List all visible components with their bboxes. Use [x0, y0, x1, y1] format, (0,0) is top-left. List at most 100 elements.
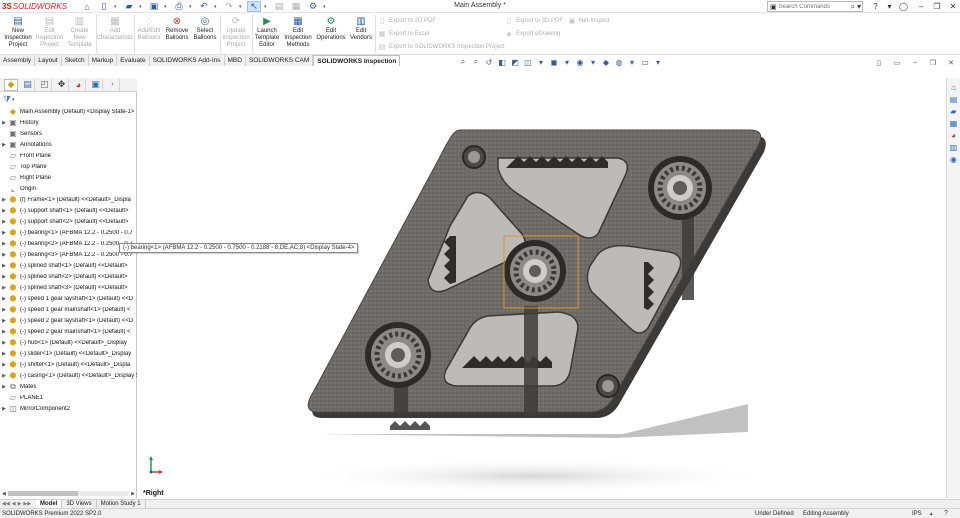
- tree-item[interactable]: ▶ ⬢ (f) Frame<1> (Default) <<Default>_Disp…: [0, 194, 137, 205]
- tab-solidworks-cam[interactable]: SOLIDWORKS CAM: [246, 55, 314, 66]
- expand-arrow-icon[interactable]: ▶: [0, 318, 8, 324]
- home-icon[interactable]: ⌂: [80, 1, 94, 12]
- scroll-left-icon[interactable]: ◀: [2, 491, 6, 497]
- expand-arrow-icon[interactable]: ▶: [0, 296, 8, 302]
- tree-item[interactable]: ▱ PLANE1: [0, 392, 137, 403]
- scroll-thumb[interactable]: [7, 491, 78, 496]
- tab-solidworks-add-ins[interactable]: SOLIDWORKS Add-Ins: [150, 55, 225, 66]
- tree-item[interactable]: ▶ ⬢ (-) support shaft<2> (Default) <<Defau…: [0, 216, 137, 227]
- expand-arrow-icon[interactable]: ▶: [0, 274, 8, 280]
- tree-item[interactable]: ▶ ⬢ (-) speed 1 gear layshaft<1> (Default)…: [0, 293, 137, 304]
- tree-item[interactable]: ▶ ⧉ Mates: [0, 381, 137, 392]
- expand-arrow-icon[interactable]: ▶: [0, 142, 8, 148]
- save-dropdown-icon[interactable]: ▾: [164, 1, 169, 12]
- tree-item[interactable]: ▶ ⬢ (-) bearing<1> (AFBMA 12.2 - 0.2500 - …: [0, 227, 137, 238]
- export-2d-pdf-button[interactable]: ▯ Export to 2D PDF: [378, 17, 436, 25]
- solidworks-forum-icon[interactable]: ◉: [949, 154, 959, 164]
- tree-item[interactable]: ▱ Front Plane: [0, 150, 137, 161]
- tree-item[interactable]: ▶ ▣ History: [0, 117, 137, 128]
- tree-item[interactable]: ▶ ⬢ (-) casing<1> (Default) <<Default>_Dis…: [0, 370, 137, 381]
- options-gear-icon[interactable]: ⚙: [306, 1, 320, 12]
- bearing-3[interactable]: [365, 322, 431, 388]
- print-dropdown-icon[interactable]: ▾: [189, 1, 194, 12]
- select-cursor-icon[interactable]: ↖: [247, 1, 261, 12]
- expand-arrow-icon[interactable]: ▶: [0, 329, 8, 335]
- cam-manager-tab-icon[interactable]: ▣: [89, 78, 103, 91]
- net-inspect-button[interactable]: ▣ Net-Inspect: [568, 17, 610, 25]
- view-palette-icon[interactable]: ▦: [949, 118, 959, 128]
- search-dropdown-icon[interactable]: ▾: [857, 2, 861, 11]
- add-characteristic-button[interactable]: ▦ Add Characteristic: [97, 15, 134, 42]
- tree-item[interactable]: ▶ ⬢ (-) support shaft<1> (Default) <<Defau…: [0, 205, 137, 216]
- tree-item[interactable]: ▶ ⬢ (-) slider<1> (Default) <<Default>_Dis…: [0, 348, 137, 359]
- solidworks-resources-icon[interactable]: ⌂: [949, 82, 959, 92]
- expand-arrow-icon[interactable]: ▶: [0, 285, 8, 291]
- tab-solidworks-inspection[interactable]: SOLIDWORKS Inspection: [313, 55, 401, 66]
- next-tab-icon[interactable]: ▶: [18, 501, 22, 507]
- tab-sketch[interactable]: Sketch: [62, 55, 89, 66]
- expand-arrow-icon[interactable]: ▶: [0, 263, 8, 269]
- expand-arrow-icon[interactable]: ▶: [0, 252, 8, 258]
- select-balloons-button[interactable]: ◎ Select Balloons: [191, 15, 219, 42]
- unit-system-dropdown-icon[interactable]: ▴: [930, 509, 933, 518]
- export-edrawing-button[interactable]: ◈ Export eDrawing: [505, 30, 560, 38]
- tree-item[interactable]: ▱ Top Plane: [0, 161, 137, 172]
- file-properties-icon[interactable]: ▦: [289, 1, 303, 12]
- tree-item[interactable]: ▶ ⬢ (-) speed 2 gear mainshaft<1> (Default…: [0, 326, 137, 337]
- viewport-close-button[interactable]: ✕: [946, 58, 956, 67]
- unit-system[interactable]: IPS: [912, 509, 922, 518]
- launch-template-editor-button[interactable]: ▶ Launch Template Editor: [253, 15, 281, 49]
- tree-item[interactable]: ▶ ⬢ (-) bearing<2> (AFBMA 12.2 - 0.2500 - …: [0, 238, 137, 249]
- property-manager-tab-icon[interactable]: ▤: [21, 78, 35, 91]
- save-icon[interactable]: ▣: [147, 1, 161, 12]
- tree-root-assembly[interactable]: ◆ Main Assembly (Default) <Display State-…: [0, 106, 137, 117]
- edit-inspection-project-button[interactable]: ▤ Edit Inspection Project: [35, 15, 64, 49]
- tab-evaluate[interactable]: Evaluate: [117, 55, 150, 66]
- select-dropdown-icon[interactable]: ▾: [264, 1, 269, 12]
- tree-item[interactable]: ▶ ⬢ (-) splined shaft<3> (Default) <<Defau…: [0, 282, 137, 293]
- tree-item[interactable]: ▣ Sensors: [0, 128, 137, 139]
- scroll-track[interactable]: [7, 491, 130, 496]
- tree-item[interactable]: ▶ ⬢ (-) bearing<3> (AFBMA 12.2 - 0.2500 - …: [0, 249, 137, 260]
- tree-item[interactable]: ▶ ⬢ (-) shifter<1> (Default) <<Default>_Di…: [0, 359, 137, 370]
- search-commands-box[interactable]: ▣ ⌕ ▾: [767, 1, 863, 12]
- expand-arrow-icon[interactable]: ▶: [0, 120, 8, 126]
- export-inspection-project-button[interactable]: ▤ Export to SOLIDWORKS Inspection Projec…: [378, 43, 505, 51]
- tree-item[interactable]: ▶ ◫ MirrorComponent2: [0, 403, 137, 414]
- graphics-area[interactable]: [138, 66, 946, 498]
- tree-item[interactable]: ▶ ⬢ (-) splined shaft<2> (Default) <<Defau…: [0, 271, 137, 282]
- solidworks-logo[interactable]: 3S SOLIDWORKS: [2, 1, 67, 12]
- new-dropdown-icon[interactable]: ▾: [114, 1, 119, 12]
- export-excel-button[interactable]: ▦ Export to Excel: [378, 30, 430, 38]
- tree-item[interactable]: ⌞ Origin: [0, 183, 137, 194]
- feature-manager-tab-icon[interactable]: ◆: [4, 78, 18, 91]
- export-3d-pdf-button[interactable]: ▯ Export to 3D PDF: [505, 17, 563, 25]
- new-document-icon[interactable]: ▯: [97, 1, 111, 12]
- tree-item[interactable]: ▶ ⬢ (-) hub<1> (Default) <<Default>_Displa…: [0, 337, 137, 348]
- tab-markup[interactable]: Markup: [89, 55, 118, 66]
- filter-icon[interactable]: ⧩: [3, 94, 11, 105]
- last-tab-icon[interactable]: ▶▶: [23, 501, 31, 507]
- bearing-1[interactable]: [648, 156, 712, 220]
- options-dropdown-icon[interactable]: ▾: [323, 1, 328, 12]
- expand-arrow-icon[interactable]: ▶: [0, 230, 8, 236]
- scroll-right-icon[interactable]: ▶: [131, 491, 135, 497]
- new-inspection-project-button[interactable]: ▤ New Inspection Project: [2, 15, 34, 49]
- tab-assembly[interactable]: Assembly: [0, 55, 36, 66]
- user-account-icon[interactable]: ◯: [898, 0, 909, 12]
- add-edit-balloons-button[interactable]: ◌ Add/Edit Balloons: [135, 15, 163, 42]
- remove-balloons-button[interactable]: ⊗ Remove Balloons: [163, 15, 191, 42]
- tab-mbd[interactable]: MBD: [225, 55, 246, 66]
- expand-arrow-icon[interactable]: ▶: [0, 197, 8, 203]
- prev-tab-icon[interactable]: ◀: [12, 501, 16, 507]
- print-icon[interactable]: ⎙: [172, 1, 186, 12]
- appearances-icon[interactable]: ◕: [949, 130, 959, 140]
- open-folder-icon[interactable]: ▰: [122, 1, 136, 12]
- expand-arrow-icon[interactable]: ▶: [0, 384, 8, 390]
- expand-arrow-icon[interactable]: ▶: [0, 208, 8, 214]
- tree-item[interactable]: ▱ Right Plane: [0, 172, 137, 183]
- rebuild-icon[interactable]: ▤: [272, 1, 286, 12]
- tree-item[interactable]: ▶ ⬢ (-) speed 2 gear layshaft<1> (Default)…: [0, 315, 137, 326]
- undo-dropdown-icon[interactable]: ▾: [214, 1, 219, 12]
- feature-tree-horizontal-scrollbar[interactable]: ◀ ▶: [2, 490, 135, 497]
